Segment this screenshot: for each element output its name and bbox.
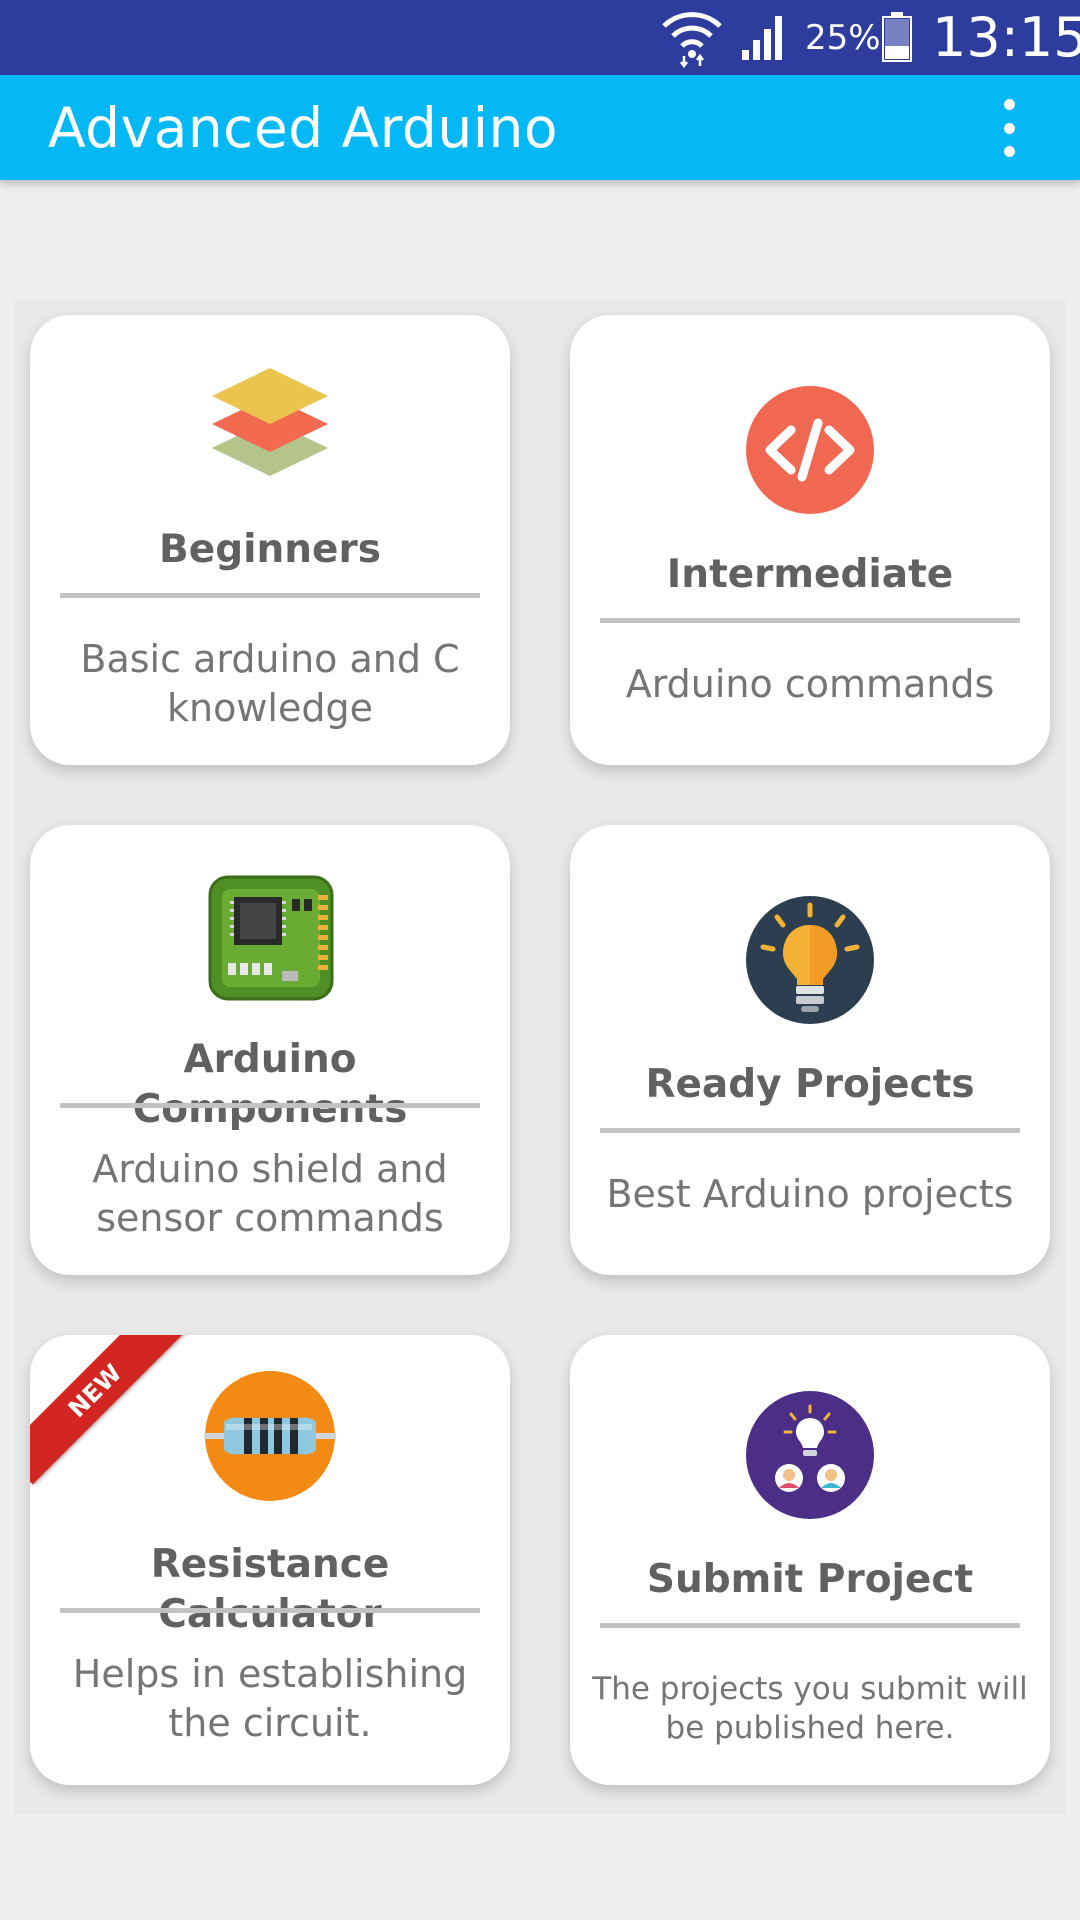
status-bar: 25% 13:15 bbox=[0, 0, 1080, 75]
idea-people-icon bbox=[746, 1391, 874, 1519]
card-title: Submit Project bbox=[646, 1557, 974, 1602]
battery-percent: 25% bbox=[805, 18, 881, 58]
signal-icon bbox=[742, 16, 782, 60]
card-beginners[interactable]: Beginners Basic arduino and C knowledge bbox=[30, 315, 510, 765]
card-title: Beginners bbox=[159, 527, 381, 572]
card-resistance-calculator[interactable]: NEW Resistance Calculator Helps in estab… bbox=[30, 1335, 510, 1785]
card-intermediate[interactable]: Intermediate Arduino commands bbox=[570, 315, 1050, 765]
lightbulb-icon bbox=[746, 896, 874, 1024]
battery-icon bbox=[882, 12, 912, 62]
card-title: Ready Projects bbox=[645, 1062, 975, 1107]
card-description: Best Arduino projects bbox=[606, 1172, 1014, 1216]
card-divider bbox=[600, 1623, 1020, 1628]
card-description: Helps in establishing the circuit. bbox=[72, 1652, 468, 1745]
card-divider bbox=[600, 1128, 1020, 1133]
card-description: The projects you submit will be publishe… bbox=[592, 1671, 1028, 1746]
more-vert-icon[interactable] bbox=[984, 97, 1034, 159]
card-submit-project[interactable]: Submit Project The projects you submit w… bbox=[570, 1335, 1050, 1785]
card-title: Resistance Calculator bbox=[150, 1542, 390, 1637]
new-badge: NEW bbox=[30, 1335, 189, 1485]
resistor-icon bbox=[204, 1371, 336, 1501]
card-divider bbox=[600, 618, 1020, 623]
card-divider bbox=[60, 1608, 480, 1613]
wifi-icon bbox=[662, 12, 722, 68]
code-icon bbox=[746, 386, 874, 514]
card-description: Basic arduino and C knowledge bbox=[80, 637, 460, 730]
app-title: Advanced Arduino bbox=[48, 96, 558, 160]
app-bar: Advanced Arduino bbox=[0, 75, 1080, 180]
card-divider bbox=[60, 593, 480, 598]
clock: 13:15 bbox=[932, 6, 1080, 69]
card-description: Arduino commands bbox=[625, 662, 995, 706]
card-title: Intermediate bbox=[666, 552, 954, 597]
card-divider bbox=[60, 1103, 480, 1108]
circuit-board-icon bbox=[208, 875, 334, 1001]
card-title: Arduino Components bbox=[132, 1037, 408, 1132]
card-arduino-components[interactable]: Arduino Components Arduino shield and se… bbox=[30, 825, 510, 1275]
card-description: Arduino shield and sensor commands bbox=[92, 1147, 448, 1240]
layers-icon bbox=[212, 368, 328, 476]
card-ready-projects[interactable]: Ready Projects Best Arduino projects bbox=[570, 825, 1050, 1275]
